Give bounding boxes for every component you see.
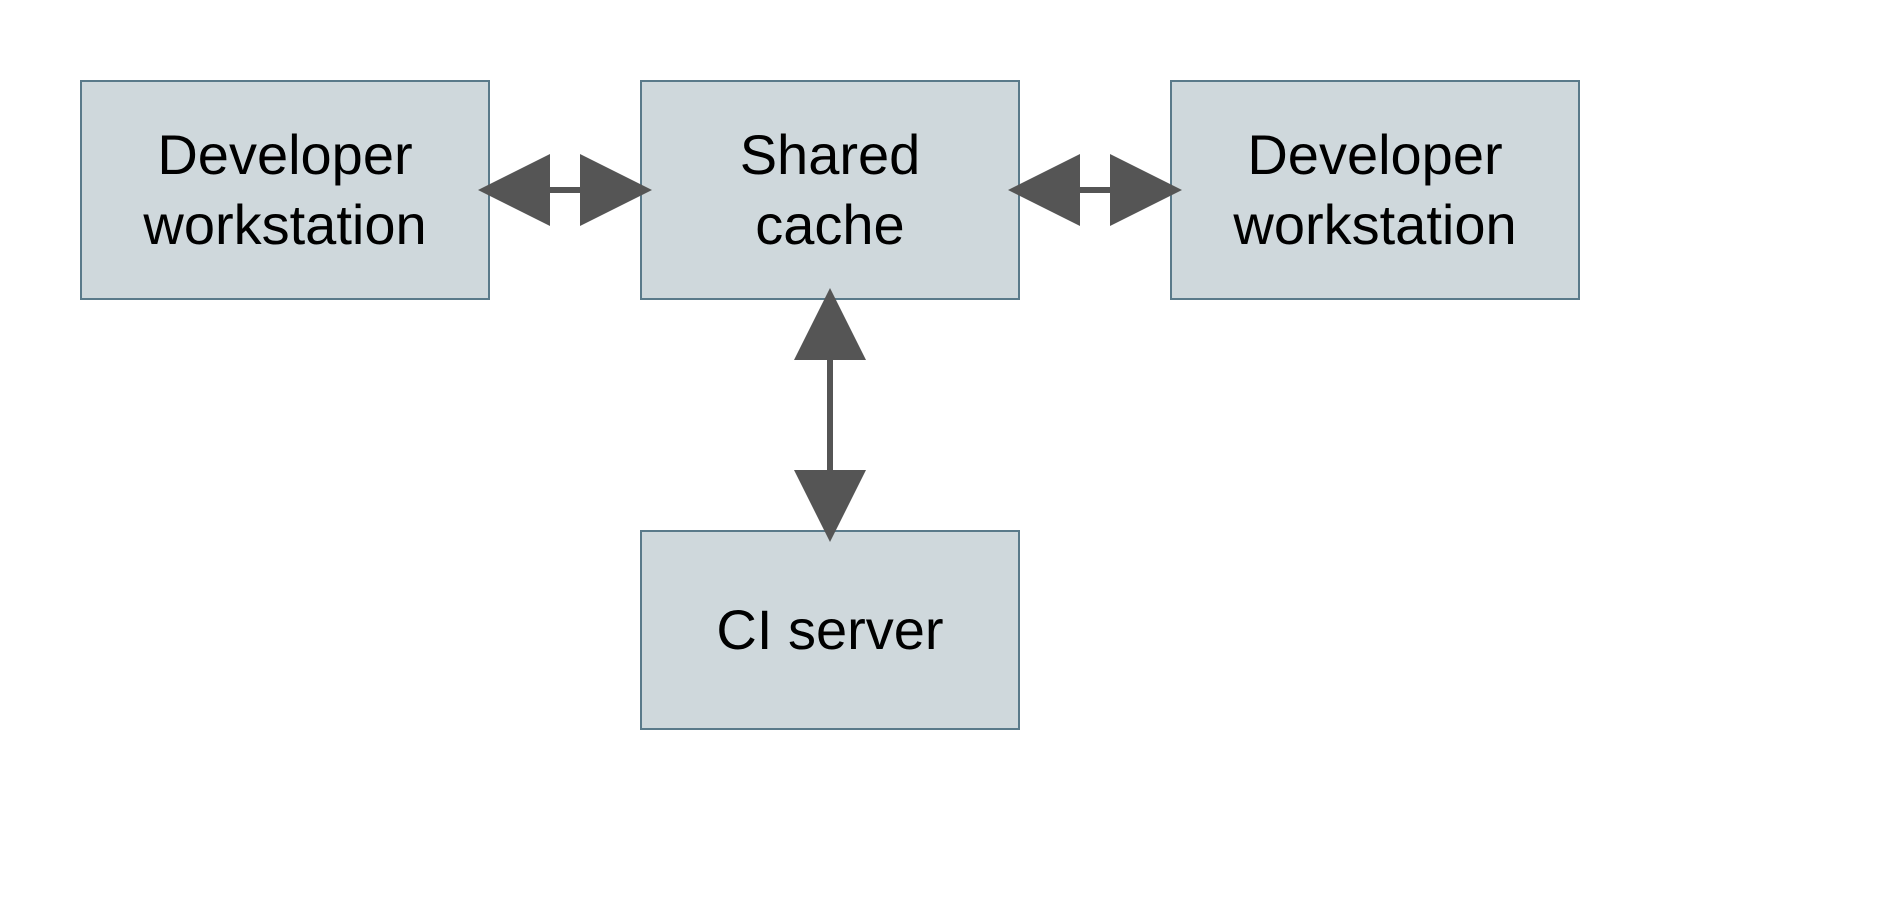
diagram-container: Developerworkstation Sharedcache Develop… xyxy=(0,0,1900,922)
edges-layer xyxy=(0,0,1900,922)
